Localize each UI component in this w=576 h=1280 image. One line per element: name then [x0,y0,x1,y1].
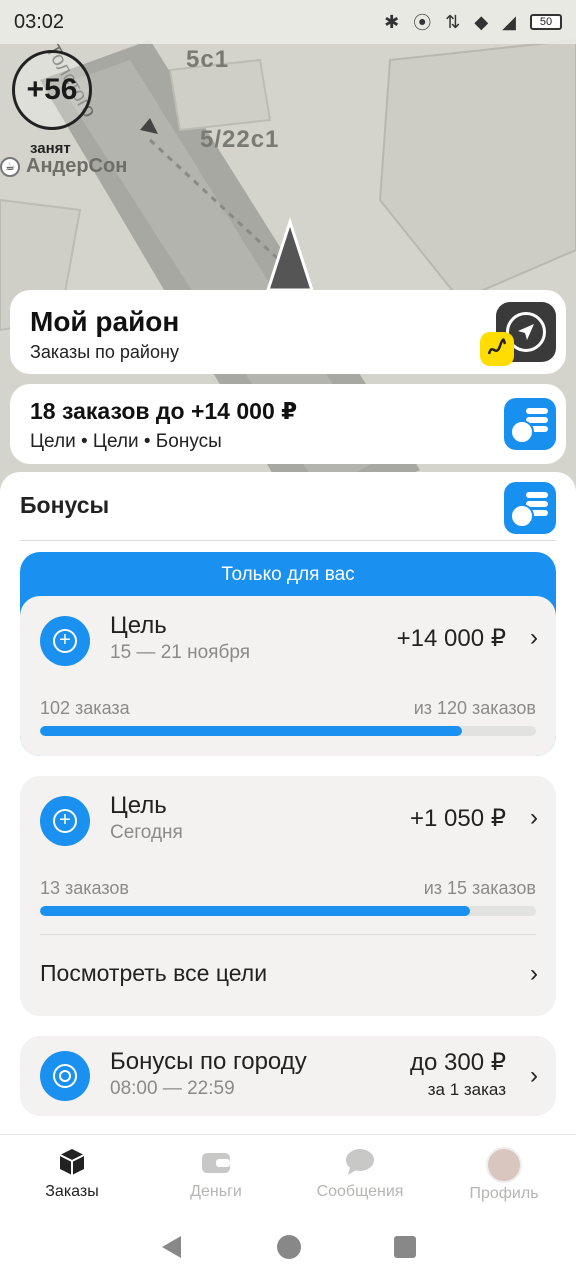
route-icon [480,332,514,366]
signal-icon: ◢ [502,11,516,32]
map-label-building: 5с1 [186,46,230,73]
my-area-subtitle: Заказы по району [30,342,179,362]
chevron-right-icon: › [530,1062,538,1089]
coins-icon [504,482,556,534]
goal-title: Цель [110,792,167,819]
home-icon[interactable] [275,1233,303,1261]
city-bonus-hours: 08:00 — 22:59 [110,1078,235,1099]
goal-date: Сегодня [110,822,183,843]
goal-title: Цель [110,612,167,639]
chevron-right-icon: › [530,960,538,987]
city-bonus-card[interactable]: Бонусы по городу 08:00 — 22:59 до 300 ₽ … [20,1036,556,1116]
wallet-icon [202,1153,230,1173]
tab-label: Деньги [190,1183,242,1200]
goal-amount: +1 050 ₽ [409,805,506,832]
goal-card[interactable]: + Цель 15 — 21 ноября +14 000 ₽ › 102 за… [20,596,556,756]
view-all-goals-link[interactable]: Посмотреть все цели [40,960,267,987]
tab-messages[interactable]: Сообщения [288,1135,432,1214]
busy-badge[interactable]: +56 [12,50,92,130]
my-area-card[interactable]: Мой район Заказы по району [10,290,566,374]
map-label-building: 5/22с1 [200,126,280,153]
target-icon [40,1051,90,1101]
cup-icon: ☕ [0,156,20,177]
avatar [486,1147,522,1183]
recents-icon[interactable] [393,1235,417,1259]
tab-label: Заказы [45,1183,99,1200]
goal-card[interactable]: + Цель Сегодня +1 050 ₽ › 13 заказов из … [20,776,556,1016]
city-bonus-title: Бонусы по городу [110,1048,307,1075]
goal-plus-icon: + [40,796,90,846]
wifi-icon: ◆ [474,11,489,32]
chat-icon [346,1149,374,1175]
tab-profile[interactable]: Профиль [432,1135,576,1214]
system-nav-bar [0,1214,576,1280]
back-icon[interactable] [159,1234,185,1260]
tab-label: Профиль [469,1185,539,1202]
goal-progress-total: из 120 заказов [413,698,536,718]
bluetooth-icon: ✱ [384,11,400,32]
goal-progress-done: 13 заказов [40,878,129,898]
battery-icon: 50 [530,14,562,30]
status-bar: 03:02 ✱ ⦿ ⇅ ◆ ◢ 50 [0,0,576,44]
tab-orders[interactable]: Заказы [0,1135,144,1214]
orders-summary-subtitle: Цели • Цели • Бонусы [30,431,222,452]
goal-progress-done: 102 заказа [40,698,130,718]
status-time: 03:02 [14,10,65,33]
tab-label: Сообщения [316,1183,404,1200]
divider [40,934,536,935]
my-area-title: Мой район [30,306,180,337]
bonuses-title: Бонусы [20,492,110,518]
tab-money[interactable]: Деньги [144,1135,288,1214]
coins-icon [504,398,556,450]
goal-progress-bar [40,726,536,736]
goal-plus-icon: + [40,616,90,666]
goal-date: 15 — 21 ноября [110,642,250,663]
box-icon [59,1149,85,1175]
busy-value: +56 [26,73,78,106]
only-for-you-label: Только для вас [221,564,355,585]
goal-amount: +14 000 ₽ [396,625,506,652]
goal-progress-fill [40,726,462,736]
bonuses-sheet: Бонусы Только для вас + Цель 15 — 21 ноя… [0,472,576,1134]
cafe-poi[interactable]: ☕ АндерСон [0,155,127,178]
orders-summary-title: 18 заказов до +14 000 ₽ [30,398,298,424]
cafe-name: АндерСон [26,155,128,177]
goal-progress-fill [40,906,470,916]
data-arrows-icon: ⇅ [445,11,461,32]
divider [20,540,556,541]
bottom-nav: Заказы Деньги Сообщения Профиль [0,1134,576,1214]
goal-progress-bar [40,906,536,916]
goal-progress-total: из 15 заказов [423,878,536,898]
city-bonus-amount: до 300 ₽ [410,1049,506,1076]
chevron-right-icon: › [530,804,538,831]
chevron-right-icon: › [530,624,538,651]
location-icon: ⦿ [413,13,432,33]
orders-summary-card[interactable]: 18 заказов до +14 000 ₽ Цели • Цели • Бо… [10,384,566,464]
status-icons: ✱ ⦿ ⇅ ◆ ◢ 50 [384,9,562,35]
city-bonus-note: за 1 заказ [427,1080,506,1099]
